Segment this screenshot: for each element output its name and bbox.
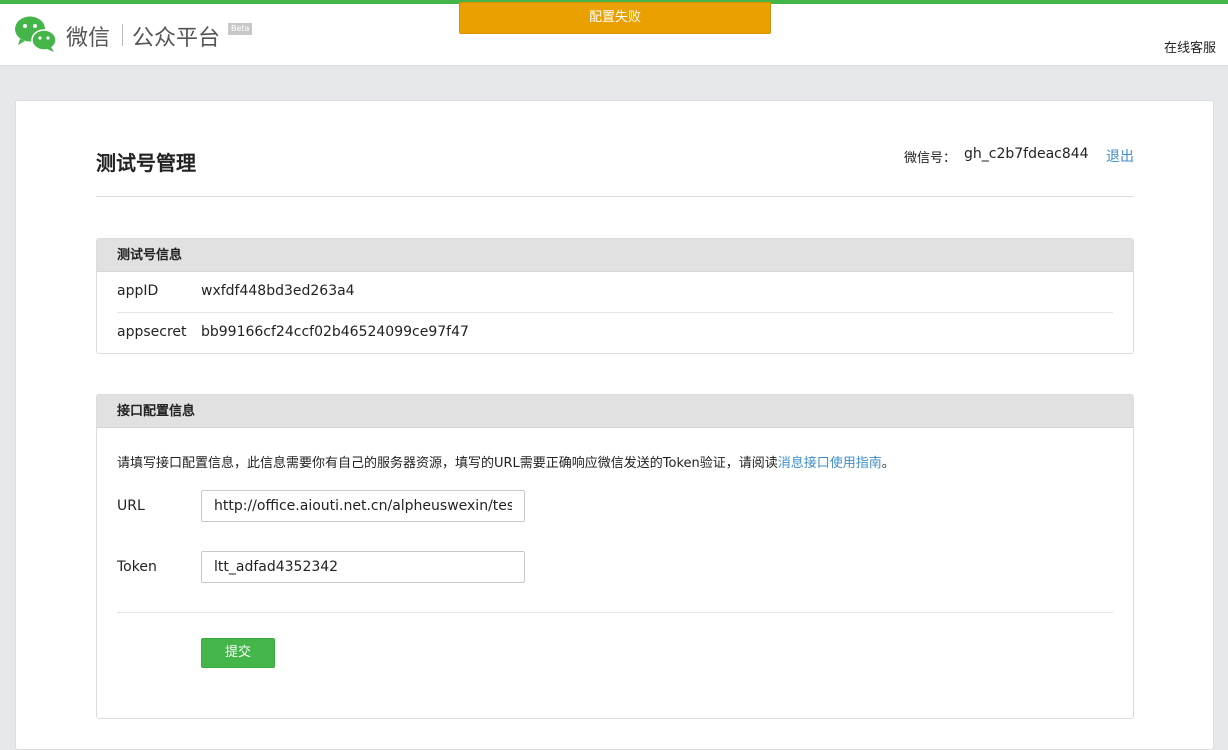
token-label: Token bbox=[117, 559, 157, 575]
online-service-link[interactable]: 在线客服 bbox=[1164, 37, 1216, 56]
wechat-logo-icon bbox=[15, 16, 57, 52]
appsecret-value: bb99166cf24ccf02b46524099ce97f47 bbox=[201, 324, 469, 340]
form-divider bbox=[117, 612, 1113, 613]
title-divider bbox=[96, 196, 1134, 197]
config-failed-toast: 配置失败 bbox=[459, 2, 771, 34]
brand-platform: 公众平台 bbox=[132, 26, 221, 51]
info-row-appsecret: appsecret bb99166cf24ccf02b46524099ce97f… bbox=[117, 312, 1113, 352]
brand-wechat: 微信 bbox=[66, 26, 111, 51]
url-label: URL bbox=[117, 498, 145, 514]
beta-badge: Beta bbox=[228, 23, 253, 35]
logout-link[interactable]: 退出 bbox=[1106, 146, 1134, 166]
page-title: 测试号管理 bbox=[96, 151, 196, 175]
url-input[interactable] bbox=[201, 490, 525, 522]
submit-button[interactable]: 提交 bbox=[201, 638, 275, 668]
appsecret-label: appsecret bbox=[117, 324, 187, 340]
description-end: 。 bbox=[881, 456, 895, 471]
appid-value: wxfdf448bd3ed263a4 bbox=[201, 283, 355, 299]
account-value: gh_c2b7fdeac844 bbox=[964, 146, 1089, 162]
interface-config-heading: 接口配置信息 bbox=[97, 395, 1133, 428]
info-row-appid: appID wxfdf448bd3ed263a4 bbox=[117, 272, 1113, 312]
token-input[interactable] bbox=[201, 551, 525, 583]
description-text: 请填写接口配置信息，此信息需要你有自己的服务器资源，填写的URL需要正确响应微信… bbox=[117, 456, 778, 471]
test-account-heading: 测试号信息 bbox=[97, 239, 1133, 272]
brand-separator bbox=[122, 24, 123, 46]
interface-config-panel: 接口配置信息 请填写接口配置信息，此信息需要你有自己的服务器资源，填写的URL需… bbox=[96, 394, 1134, 719]
test-account-panel: 测试号信息 appID wxfdf448bd3ed263a4 appsecret… bbox=[96, 238, 1134, 354]
config-description: 请填写接口配置信息，此信息需要你有自己的服务器资源，填写的URL需要正确响应微信… bbox=[117, 452, 895, 471]
guide-link[interactable]: 消息接口使用指南 bbox=[778, 456, 882, 471]
main-card: 测试号管理 微信号： gh_c2b7fdeac844 退出 测试号信息 appI… bbox=[15, 100, 1214, 750]
appid-label: appID bbox=[117, 283, 159, 299]
account-label: 微信号： bbox=[904, 151, 957, 166]
